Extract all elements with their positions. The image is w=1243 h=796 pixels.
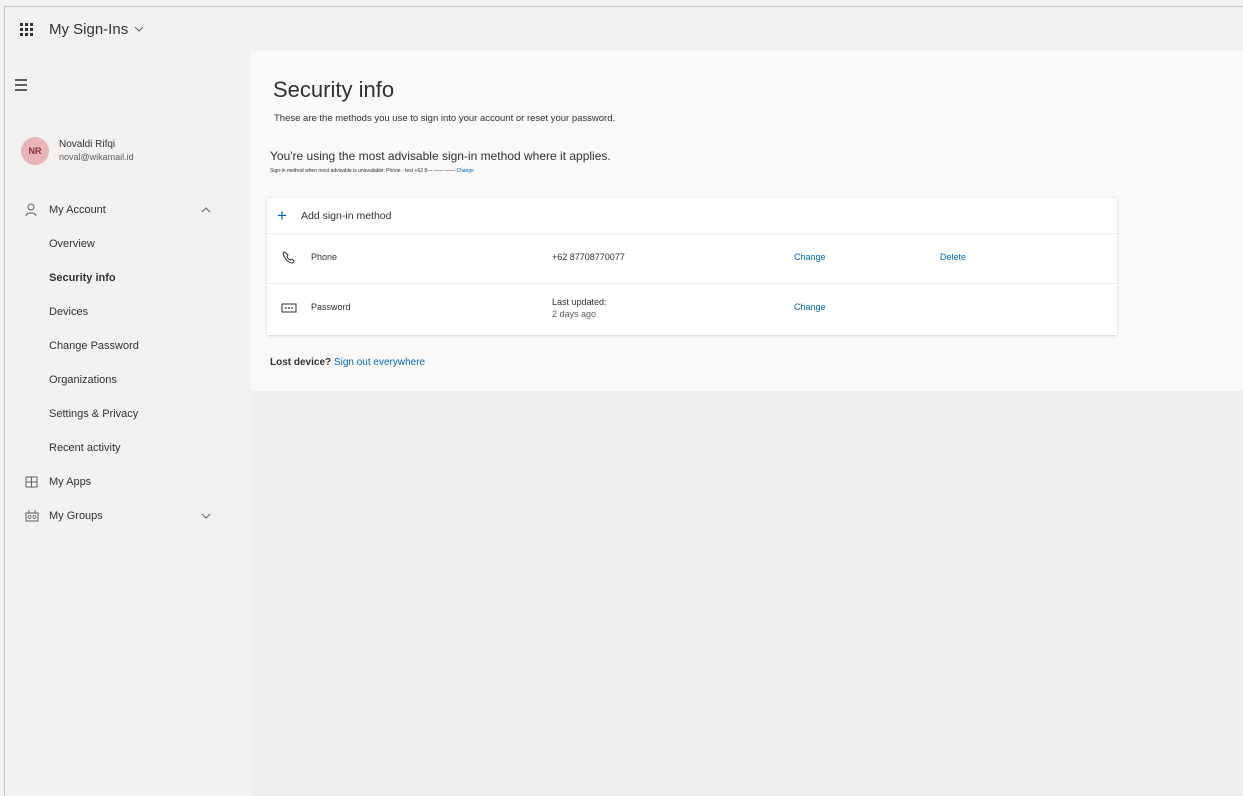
change-password-link[interactable]: Change	[794, 302, 826, 312]
sidebar-item-label: Security info	[49, 272, 116, 284]
groups-icon	[25, 510, 39, 522]
sidebar-nav: My Account Overview Security info Device…	[5, 193, 251, 533]
plus-icon: +	[277, 206, 287, 225]
sidebar-item-label: Change Password	[49, 340, 139, 352]
waffle-icon	[19, 22, 33, 36]
sidebar-item-overview[interactable]: Overview	[5, 227, 251, 261]
sidebar-item-my-apps[interactable]: My Apps	[5, 465, 251, 499]
sidebar-item-label: Overview	[49, 238, 95, 250]
sidebar-item-settings-privacy[interactable]: Settings & Privacy	[5, 397, 251, 431]
app-title-menu[interactable]: My Sign-Ins	[49, 21, 144, 38]
sign-out-everywhere-link[interactable]: Sign out everywhere	[334, 357, 425, 368]
lost-device: Lost device? Sign out everywhere	[270, 357, 425, 368]
add-sign-in-method-button[interactable]: + Add sign-in method	[267, 198, 1117, 234]
last-updated-label: Last updated:	[552, 297, 607, 307]
profile-name: Novaldi Rifqi	[59, 139, 116, 150]
delete-phone-link[interactable]: Delete	[940, 252, 966, 262]
sidebar-item-devices[interactable]: Devices	[5, 295, 251, 329]
app-launcher-button[interactable]	[9, 7, 43, 51]
phone-icon	[282, 251, 295, 264]
sidebar-item-security-info[interactable]: Security info	[5, 261, 251, 295]
add-sign-in-method-label: Add sign-in method	[301, 209, 392, 222]
chevron-up-icon	[201, 207, 211, 213]
method-value: +62 87708770077	[552, 252, 625, 262]
page-title: Security info	[273, 77, 395, 102]
change-phone-link[interactable]: Change	[794, 252, 826, 262]
chevron-down-icon	[201, 513, 211, 519]
sidebar-item-label: My Account	[49, 204, 106, 216]
sidebar-item-my-groups[interactable]: My Groups	[5, 499, 251, 533]
sidebar-item-recent-activity[interactable]: Recent activity	[5, 431, 251, 465]
profile-email: noval@wikamail.id	[59, 152, 134, 162]
app-title: My Sign-Ins	[49, 20, 129, 38]
avatar: NR	[21, 137, 49, 165]
sidebar-item-change-password[interactable]: Change Password	[5, 329, 251, 363]
main-content: Security info These are the methods you …	[251, 51, 1243, 391]
page-subtitle: These are the methods you use to sign in…	[274, 113, 616, 124]
sidebar-item-my-account[interactable]: My Account	[5, 193, 251, 227]
password-icon	[281, 303, 297, 313]
sidebar-item-organizations[interactable]: Organizations	[5, 363, 251, 397]
chevron-down-icon	[134, 26, 144, 32]
last-updated-value: 2 days ago	[552, 309, 597, 319]
sidebar-item-label: Organizations	[49, 374, 117, 386]
top-bar: My Sign-Ins	[5, 7, 1243, 51]
hamburger-icon	[15, 79, 27, 81]
sign-in-methods-card: + Add sign-in method Phone +62 877087700…	[267, 198, 1117, 335]
person-icon	[25, 203, 37, 217]
apps-icon	[25, 476, 38, 488]
method-label: Password	[311, 302, 351, 312]
sidebar-item-label: Settings & Privacy	[49, 408, 139, 420]
fallback-method-text: Sign-in method when most advisable is un…	[270, 168, 474, 174]
fallback-change-link[interactable]: Change	[456, 168, 474, 174]
method-row-phone: Phone +62 87708770077 Change Delete	[267, 234, 1117, 284]
method-label: Phone	[311, 252, 338, 262]
app-window: My Sign-Ins NR Novaldi Rifqi noval@wikam…	[4, 6, 1243, 796]
advisable-message: You're using the most advisable sign-in …	[270, 149, 611, 163]
profile: NR Novaldi Rifqi noval@wikamail.id	[21, 137, 134, 165]
sidebar-item-label: Devices	[49, 306, 89, 318]
sidebar-item-label: My Groups	[49, 510, 103, 522]
method-value: Last updated: 2 days ago	[552, 296, 607, 320]
method-row-password: Password Last updated: 2 days ago Change	[267, 284, 1117, 334]
sidebar: NR Novaldi Rifqi noval@wikamail.id My Ac…	[5, 51, 251, 796]
sidebar-item-label: My Apps	[49, 476, 92, 488]
fallback-method-label: Sign-in method when most advisable is un…	[270, 168, 457, 174]
menu-toggle-button[interactable]	[15, 79, 31, 93]
lost-device-label: Lost device?	[270, 357, 332, 368]
sidebar-item-label: Recent activity	[49, 442, 121, 454]
